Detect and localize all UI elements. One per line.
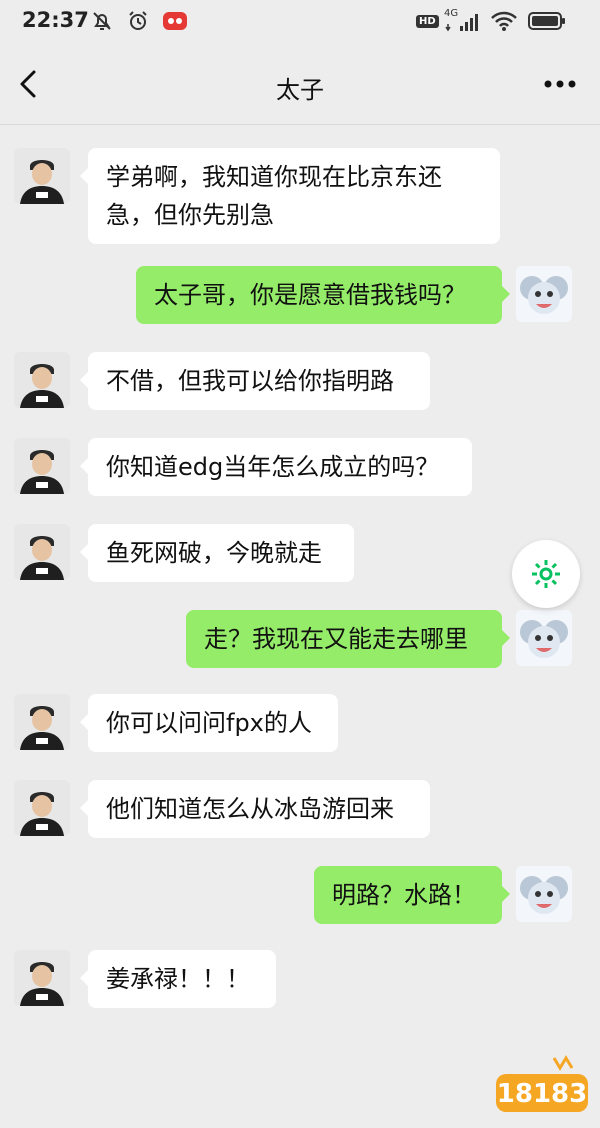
message-bubble[interactable]: 不借，但我可以给你指明路 xyxy=(80,352,430,410)
message-bubble[interactable]: 学弟啊，我知道你现在比京东还急，但你先别急 xyxy=(80,148,500,244)
contact-avatar[interactable] xyxy=(14,694,70,750)
message-bubble[interactable]: 姜承禄！！！ xyxy=(80,950,276,1008)
watermark-text: 18183 xyxy=(497,1079,587,1109)
floating-settings-button[interactable] xyxy=(512,540,580,608)
contact-avatar[interactable] xyxy=(14,780,70,836)
message-bubble[interactable]: 走？我现在又能走去哪里 xyxy=(186,610,510,668)
message-bubble[interactable]: 鱼死网破，今晚就走 xyxy=(80,524,354,582)
contact-avatar[interactable] xyxy=(14,148,70,204)
message-bubble[interactable]: 他们知道怎么从冰岛游回来 xyxy=(80,780,430,838)
alarm-icon xyxy=(126,9,150,33)
signal-icon: 4G xyxy=(444,8,484,33)
contact-avatar[interactable] xyxy=(14,524,70,580)
self-avatar[interactable] xyxy=(516,266,572,322)
message-bubble[interactable]: 明路？水路！ xyxy=(314,866,510,924)
wifi-icon xyxy=(490,9,518,33)
mute-notification-icon xyxy=(90,9,114,33)
contact-avatar[interactable] xyxy=(14,950,70,1006)
message-bubble[interactable]: 你可以问问fpx的人 xyxy=(80,694,338,752)
app-notification-icon xyxy=(162,9,188,33)
message-bubble[interactable]: 太子哥，你是愿意借我钱吗？ xyxy=(136,266,510,324)
status-bar: 22:37 HD 4G xyxy=(0,0,600,44)
site-watermark: 18183 xyxy=(494,1052,590,1116)
contact-avatar[interactable] xyxy=(14,438,70,494)
message-bubble[interactable]: 你知道edg当年怎么成立的吗？ xyxy=(80,438,472,496)
more-dots-icon xyxy=(544,80,576,88)
chat-header: 太子 xyxy=(0,44,600,125)
self-avatar[interactable] xyxy=(516,610,572,666)
contact-avatar[interactable] xyxy=(14,352,70,408)
gear-icon xyxy=(532,560,560,588)
more-button[interactable] xyxy=(542,72,578,96)
battery-icon xyxy=(528,9,566,33)
hd-voice-icon: HD xyxy=(416,9,439,33)
chat-title: 太子 xyxy=(276,76,324,104)
self-avatar[interactable] xyxy=(516,866,572,922)
status-time: 22:37 xyxy=(22,8,89,32)
